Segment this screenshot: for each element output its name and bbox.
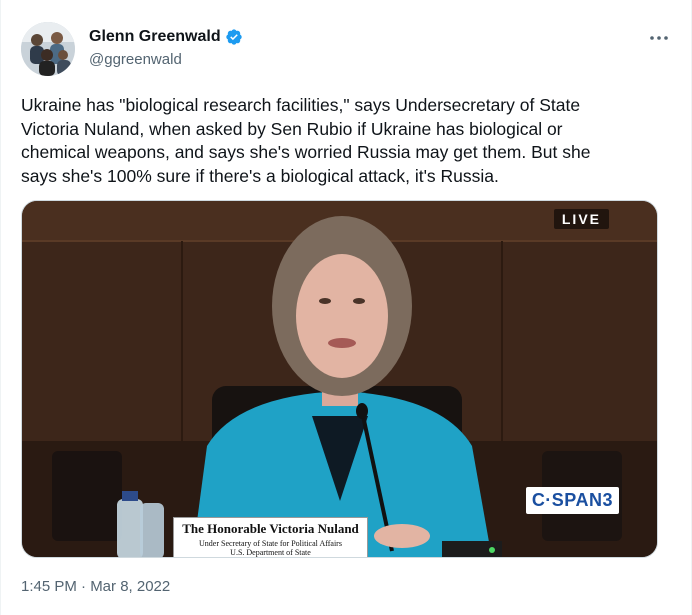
network-logo: C·SPAN3: [525, 487, 619, 514]
nameplate-title: Under Secretary of State for Political A…: [199, 539, 342, 548]
tweet-card: Glenn Greenwald @ggreenwald Ukraine has …: [0, 0, 692, 615]
network-channel: 3: [602, 490, 613, 510]
nameplate-dept: U.S. Department of State: [230, 548, 311, 557]
nameplate-name: The Honorable Victoria Nuland: [182, 521, 359, 536]
avatar-image: [21, 22, 75, 76]
more-dots-icon[interactable]: [647, 26, 671, 50]
author-handle[interactable]: @ggreenwald: [89, 51, 182, 68]
nameplate: The Honorable Victoria Nuland Under Secr…: [173, 517, 368, 557]
avatar[interactable]: [21, 22, 75, 76]
author-row: Glenn Greenwald: [89, 28, 243, 46]
verified-badge-icon: [225, 29, 242, 45]
network-logo-text: C·SPAN: [531, 490, 603, 510]
tweet-timestamp[interactable]: 1:45 PM · Mar 8, 2022: [21, 578, 170, 595]
live-badge: LIVE: [553, 209, 609, 229]
video-player[interactable]: LIVE C·SPAN3 The Honorable Victoria Nula…: [21, 200, 658, 558]
tweet-text: Ukraine has "biological research facilit…: [21, 95, 591, 186]
author-name[interactable]: Glenn Greenwald: [89, 28, 221, 46]
